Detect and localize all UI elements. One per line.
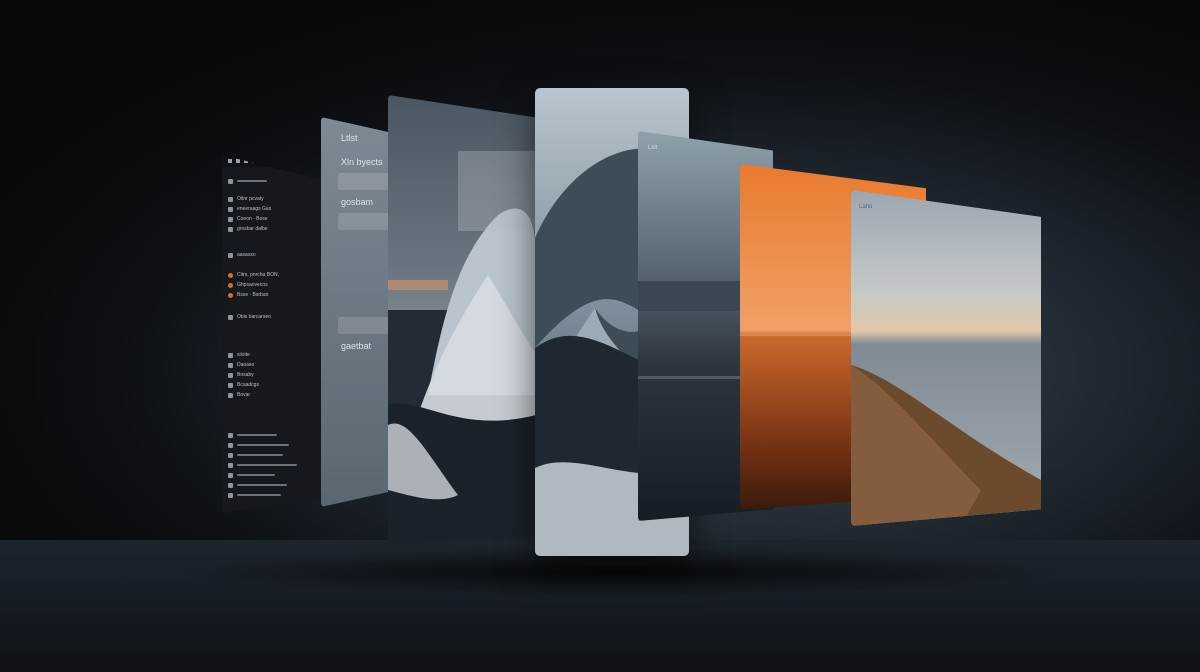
orange-dot-icon [228, 292, 233, 298]
list-item[interactable]: Oitnr pcvaty [228, 195, 264, 203]
file-row[interactable] [228, 491, 281, 499]
cliff-panel-label: Lano [859, 204, 873, 210]
overlay-card [458, 151, 536, 231]
app-toolbar [222, 155, 322, 167]
list-panel-row: gaetbat [341, 341, 372, 351]
orange-dot-icon [228, 282, 233, 288]
wave-photo-card[interactable] [388, 95, 536, 545]
list-item[interactable]: Bsse · Bsrban [228, 291, 268, 299]
list-item[interactable]: grosbar dalbe [228, 225, 268, 233]
toolbar-icon[interactable] [236, 159, 240, 163]
orange-dot-icon [228, 272, 233, 278]
list-panel-field[interactable] [338, 317, 388, 334]
list-panel-row: Xln byects [341, 157, 383, 167]
file-row[interactable] [228, 471, 275, 479]
file-row[interactable] [228, 481, 287, 489]
file-row[interactable]: Bovar [228, 391, 250, 399]
file-row[interactable] [228, 451, 283, 459]
toolbar-accent-icon[interactable] [252, 159, 256, 163]
list-panel: Ltlst Xln byects gosbam gaetbat [321, 117, 391, 507]
list-item[interactable]: Citrs, pnrcha BON, [228, 271, 279, 279]
file-row[interactable] [228, 461, 297, 469]
list-item[interactable]: Ghpsaovecos [228, 281, 268, 289]
file-row[interactable]: Bcaadcgs [228, 381, 259, 389]
list-item[interactable]: eneeraags Gas [228, 205, 271, 213]
file-row[interactable]: Daoaso [228, 361, 254, 369]
cliff-photo [851, 190, 1041, 526]
list-item[interactable]: Coeon · Bose [228, 215, 268, 223]
file-row[interactable]: Bosaby [228, 371, 254, 379]
toolbar-icon[interactable] [244, 159, 248, 163]
sea-panel-label: Lkit [648, 145, 658, 151]
toolbar-icon[interactable] [228, 159, 232, 163]
list-item[interactable]: Obis barcarseo [228, 313, 271, 321]
file-row[interactable]: siioite [228, 351, 250, 359]
list-panel-row: gosbam [341, 197, 374, 207]
file-row[interactable] [228, 441, 289, 449]
list-item[interactable]: aasasso [228, 251, 256, 259]
app-ui-panel: Oitnr pcvaty eneeraags Gas Coeon · Bose … [222, 155, 322, 513]
toolbar-row[interactable] [228, 177, 267, 185]
list-panel-field[interactable] [338, 213, 388, 230]
list-panel-field[interactable] [338, 173, 388, 190]
cliff-photo-card[interactable]: Lano [851, 190, 1041, 526]
list-panel-title: Ltlst [341, 133, 358, 143]
file-row[interactable] [228, 431, 277, 439]
panel-stack: Oitnr pcvaty eneeraags Gas Coeon · Bose … [0, 0, 1200, 672]
